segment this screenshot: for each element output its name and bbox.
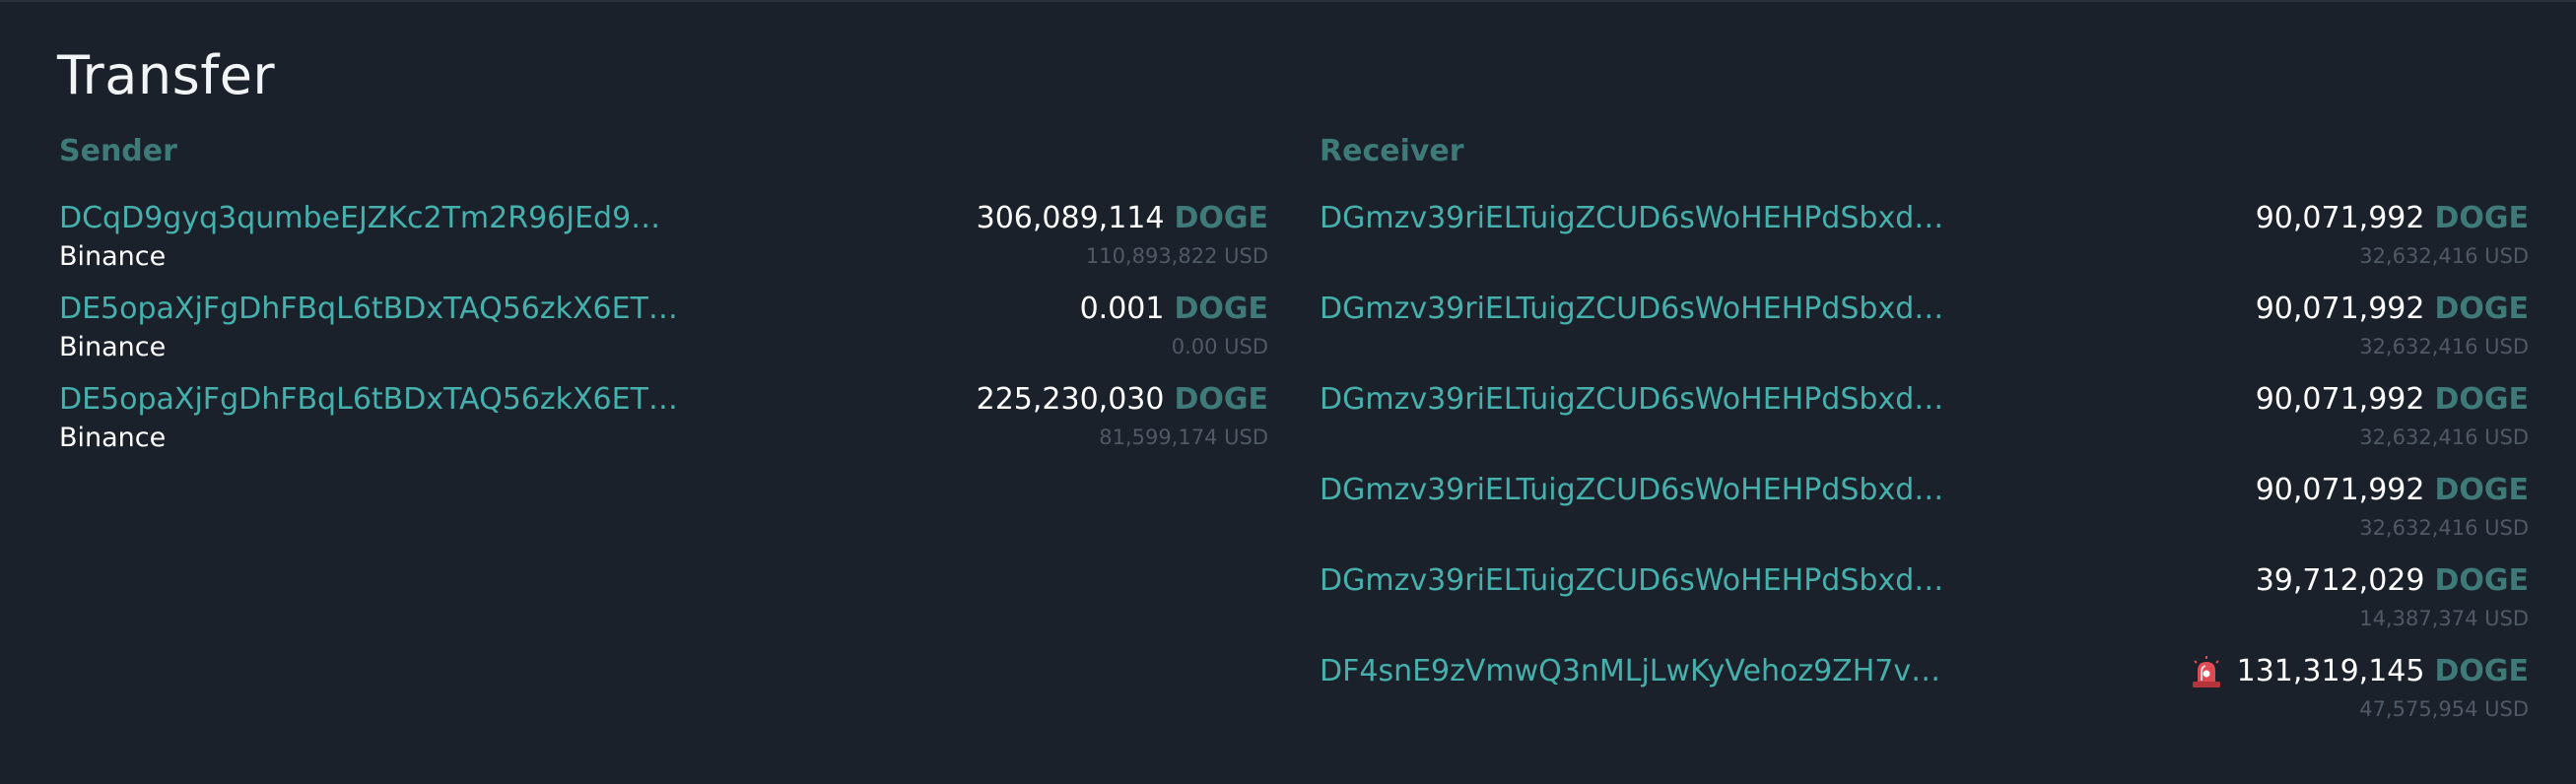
receiver-address-link[interactable]: DGmzv39riELTuigZCUD6sWoHEHPdSbxd… bbox=[1320, 380, 1943, 420]
receiver-address-link[interactable]: DF4snE9zVmwQ3nMLjLwKyVehoz9ZH7v… bbox=[1320, 652, 1940, 691]
sender-owner-label: Binance bbox=[59, 332, 167, 362]
receiver-amount: 39,712,029 DOGE bbox=[2256, 561, 2529, 601]
receiver-row: DGmzv39riELTuigZCUD6sWoHEHPdSbxd… 39,712… bbox=[1320, 561, 2529, 652]
receiver-row: DGmzv39riELTuigZCUD6sWoHEHPdSbxd… 90,071… bbox=[1320, 199, 2529, 290]
sender-row: DCqD9gyq3qumbeEJZKc2Tm2R96JEd9… Binance … bbox=[59, 199, 1268, 290]
currency-label: DOGE bbox=[1174, 201, 1268, 235]
receiver-row: DGmzv39riELTuigZCUD6sWoHEHPdSbxd… 90,071… bbox=[1320, 380, 2529, 471]
receiver-row: DF4snE9zVmwQ3nMLjLwKyVehoz9ZH7v… 131,319… bbox=[1320, 652, 2529, 743]
amount-value: 90,071,992 bbox=[2255, 382, 2425, 417]
receiver-amount: 90,071,992 DOGE bbox=[2256, 199, 2529, 238]
receiver-row: DGmzv39riELTuigZCUD6sWoHEHPdSbxd… 90,071… bbox=[1320, 471, 2529, 561]
transfer-panel: Transfer Sender DCqD9gyq3qumbeEJZKc2Tm2R… bbox=[0, 0, 2576, 784]
sender-address-link[interactable]: DE5opaXjFgDhFBqL6tBDxTAQ56zkX6ET… bbox=[59, 380, 678, 420]
receiver-row: DGmzv39riELTuigZCUD6sWoHEHPdSbxd… 90,071… bbox=[1320, 290, 2529, 380]
sender-heading: Sender bbox=[59, 134, 177, 168]
receiver-address-link[interactable]: DGmzv39riELTuigZCUD6sWoHEHPdSbxd… bbox=[1320, 199, 1943, 238]
receiver-amount: 90,071,992 DOGE bbox=[2256, 380, 2529, 420]
currency-label: DOGE bbox=[2434, 382, 2529, 417]
amount-value: 131,319,145 bbox=[2236, 654, 2425, 688]
usd-value: 47,575,954 USD bbox=[2359, 697, 2529, 721]
amount-value: 90,071,992 bbox=[2255, 473, 2425, 507]
sender-amount: 225,230,030 DOGE bbox=[977, 380, 1268, 420]
amount-value: 306,089,114 bbox=[976, 201, 1165, 235]
usd-value: 14,387,374 USD bbox=[2359, 607, 2529, 630]
usd-value: 0.00 USD bbox=[1171, 335, 1268, 359]
currency-label: DOGE bbox=[1174, 292, 1268, 326]
sender-address-link[interactable]: DCqD9gyq3qumbeEJZKc2Tm2R96JEd9… bbox=[59, 199, 660, 238]
sender-row: DE5opaXjFgDhFBqL6tBDxTAQ56zkX6ET… Binanc… bbox=[59, 290, 1268, 380]
page-title: Transfer bbox=[57, 44, 276, 106]
currency-label: DOGE bbox=[2434, 201, 2529, 235]
sender-amount: 0.001 DOGE bbox=[1080, 290, 1268, 329]
sender-column: Sender DCqD9gyq3qumbeEJZKc2Tm2R96JEd9… B… bbox=[59, 130, 1268, 471]
usd-value: 32,632,416 USD bbox=[2359, 425, 2529, 449]
receiver-amount: 90,071,992 DOGE bbox=[2256, 290, 2529, 329]
amount-value: 0.001 bbox=[1079, 292, 1165, 326]
amount-value: 39,712,029 bbox=[2255, 563, 2425, 598]
amount-value: 90,071,992 bbox=[2255, 292, 2425, 326]
receiver-address-link[interactable]: DGmzv39riELTuigZCUD6sWoHEHPdSbxd… bbox=[1320, 471, 1943, 510]
currency-label: DOGE bbox=[2434, 654, 2529, 688]
currency-label: DOGE bbox=[1174, 382, 1268, 417]
amount-value: 225,230,030 bbox=[976, 382, 1165, 417]
receiver-amount: 131,319,145 DOGE bbox=[2190, 652, 2529, 691]
usd-value: 32,632,416 USD bbox=[2359, 516, 2529, 540]
sender-row: DE5opaXjFgDhFBqL6tBDxTAQ56zkX6ET… Binanc… bbox=[59, 380, 1268, 471]
receiver-heading: Receiver bbox=[1320, 134, 1464, 168]
usd-value: 32,632,416 USD bbox=[2359, 335, 2529, 359]
usd-value: 32,632,416 USD bbox=[2359, 244, 2529, 268]
sender-address-link[interactable]: DE5opaXjFgDhFBqL6tBDxTAQ56zkX6ET… bbox=[59, 290, 678, 329]
receiver-amount: 90,071,992 DOGE bbox=[2256, 471, 2529, 510]
amount-value: 90,071,992 bbox=[2255, 201, 2425, 235]
currency-label: DOGE bbox=[2434, 473, 2529, 507]
sender-owner-label: Binance bbox=[59, 241, 167, 272]
sender-amount: 306,089,114 DOGE bbox=[977, 199, 1268, 238]
sender-owner-label: Binance bbox=[59, 423, 167, 453]
usd-value: 81,599,174 USD bbox=[1099, 425, 1268, 449]
usd-value: 110,893,822 USD bbox=[1085, 244, 1268, 268]
receiver-column: Receiver DGmzv39riELTuigZCUD6sWoHEHPdSbx… bbox=[1320, 130, 2529, 743]
currency-label: DOGE bbox=[2434, 563, 2529, 598]
receiver-address-link[interactable]: DGmzv39riELTuigZCUD6sWoHEHPdSbxd… bbox=[1320, 290, 1943, 329]
receiver-address-link[interactable]: DGmzv39riELTuigZCUD6sWoHEHPdSbxd… bbox=[1320, 561, 1943, 601]
currency-label: DOGE bbox=[2434, 292, 2529, 326]
siren-icon bbox=[2190, 655, 2223, 688]
